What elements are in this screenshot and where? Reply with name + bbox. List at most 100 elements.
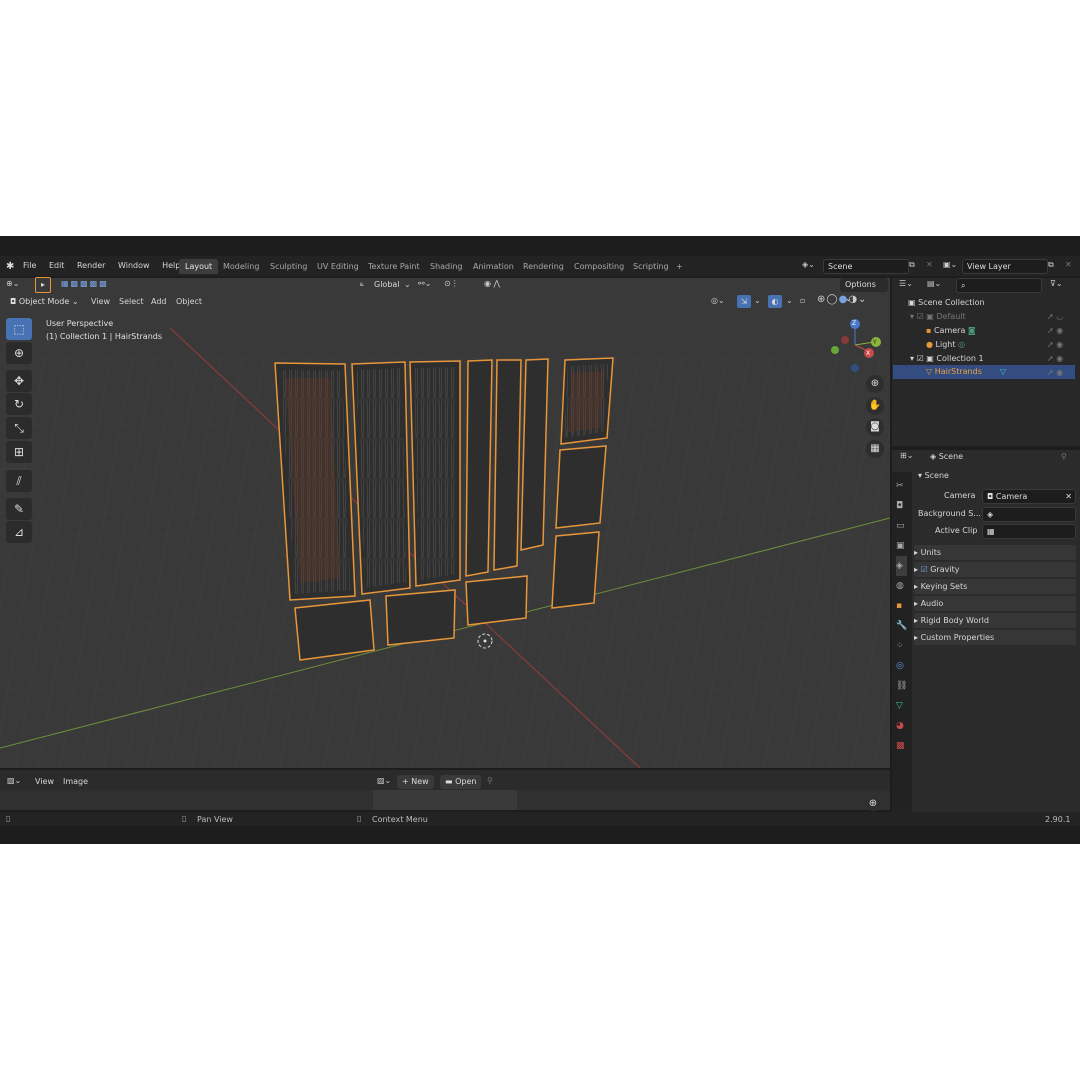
outliner-editor-icon[interactable]: ☰⌄ — [899, 279, 913, 288]
constraints-tab-icon[interactable]: ⛓ — [896, 676, 907, 696]
snap-icon[interactable]: ⊙⋮ — [444, 279, 459, 288]
outliner-item-light[interactable]: ● Light ◎ — [926, 338, 965, 351]
select-box-icon[interactable]: ▸ — [35, 277, 51, 293]
tool-tab-icon[interactable]: ✂ — [896, 476, 907, 496]
tab-texture-paint[interactable]: Texture Paint — [362, 259, 426, 274]
selection-mode-icons[interactable]: ▦▩▩▩▩ — [61, 279, 109, 288]
filter-icon[interactable]: ⊽⌄ — [1050, 279, 1063, 288]
active-clip-field[interactable]: ▦ — [982, 524, 1076, 539]
draw-tool-icon[interactable]: ✎ — [6, 498, 32, 520]
proportional-edit-icon[interactable]: ◉ ⋀ — [484, 279, 500, 288]
menu-select[interactable]: Select — [119, 297, 144, 306]
scene-icon[interactable]: ◈⌄ — [802, 260, 815, 269]
image-canvas[interactable] — [373, 790, 517, 810]
3d-viewport[interactable] — [0, 278, 890, 768]
tab-scripting[interactable]: Scripting — [627, 259, 675, 274]
display-mode-icon[interactable]: ▤⌄ — [927, 279, 941, 288]
physics-tab-icon[interactable]: ◎ — [896, 656, 907, 676]
object-tab-icon[interactable]: ▪ — [896, 596, 907, 616]
view-layer-icon[interactable]: ▣⌄ — [943, 260, 957, 269]
select-tool-icon[interactable]: ⬚ — [6, 318, 32, 340]
tab-rendering[interactable]: Rendering — [517, 259, 570, 274]
tab-uv-editing[interactable]: UV Editing — [311, 259, 365, 274]
visibility-icon[interactable]: ◎⌄ — [711, 296, 725, 305]
camera-field[interactable]: ◘ Camera ✕ — [982, 489, 1076, 504]
gizmo-toggle-icon[interactable]: ⇲ — [737, 295, 751, 308]
pivot-icon[interactable]: ⚯⌄ — [418, 279, 431, 288]
particles-tab-icon[interactable]: ⁘ — [896, 636, 907, 656]
outliner-item-camera[interactable]: ▪ Camera ◙ — [926, 324, 976, 337]
clear-icon[interactable]: ✕ — [1065, 490, 1072, 503]
background-scene-field[interactable]: ◈ — [982, 507, 1076, 522]
delete-view-layer-icon[interactable]: ✕ — [1065, 260, 1072, 269]
data-tab-icon[interactable]: ▽ — [896, 696, 907, 716]
gizmo-y-label[interactable]: Y — [873, 339, 877, 346]
menu-help[interactable]: Help — [162, 261, 180, 270]
image-editor-type-icon[interactable]: ▨⌄ — [7, 776, 21, 785]
tab-compositing[interactable]: Compositing — [568, 259, 630, 274]
menu-object[interactable]: Object — [176, 297, 202, 306]
options-dropdown[interactable]: Options ⌄ — [840, 278, 888, 303]
transform-tool-icon[interactable]: ⊞ — [6, 441, 32, 463]
pin-icon[interactable]: ⚲ — [487, 776, 493, 785]
menu-edit[interactable]: Edit — [49, 261, 65, 270]
zoom-icon[interactable]: ⊕ — [866, 375, 884, 393]
orientation-dropdown-icon[interactable]: ⌄ — [404, 280, 411, 289]
open-image-button[interactable]: ▬ Open — [440, 775, 482, 789]
render-tab-icon[interactable]: ◘ — [896, 496, 907, 516]
outliner-search-input[interactable]: ⌕ — [956, 278, 1042, 293]
select-arrow-icon[interactable]: ➚ ◉ — [1047, 338, 1063, 352]
panel-audio[interactable]: ▸ Audio — [914, 596, 1076, 611]
move-tool-icon[interactable]: ✥ — [6, 370, 32, 392]
scale-tool-icon[interactable]: ⤡ — [6, 417, 32, 439]
blender-logo-icon[interactable]: ✱ — [6, 261, 14, 272]
new-image-button[interactable]: + New — [397, 775, 434, 789]
select-arrow-icon[interactable]: ➚ ◉ — [1047, 324, 1063, 338]
scene-field[interactable]: Scene — [823, 259, 909, 274]
tab-layout[interactable]: Layout — [179, 259, 219, 274]
image-menu-image[interactable]: Image — [63, 777, 88, 786]
tab-animation[interactable]: Animation — [467, 259, 520, 274]
cursor-tool-icon[interactable]: ⊕ — [6, 342, 32, 364]
select-arrow-icon[interactable]: ➚ ◉ — [1047, 352, 1063, 366]
scene-section-header[interactable]: ▾ Scene — [918, 471, 949, 480]
mode-select[interactable]: ◘ Object Mode ⌄ — [5, 295, 87, 309]
rotate-tool-icon[interactable]: ↻ — [6, 393, 32, 415]
select-arrow-icon[interactable]: ➚ ◡ — [1047, 310, 1063, 324]
outliner-item-default[interactable]: ▾ ☑ ▣ Default — [910, 310, 966, 323]
world-tab-icon[interactable]: ◍ — [896, 576, 907, 596]
image-zoom-icon[interactable]: ⊕ — [866, 797, 880, 811]
output-tab-icon[interactable]: ▭ — [896, 516, 907, 536]
shading-mode-icons[interactable]: ⊕◯●◑⌄ — [817, 294, 867, 305]
perspective-grid-icon[interactable]: ▦ — [866, 440, 884, 458]
new-scene-icon[interactable]: ⧉ — [909, 260, 915, 270]
tab-modeling[interactable]: Modeling — [217, 259, 265, 274]
select-arrow-icon[interactable]: ➚ ◉ — [1047, 366, 1063, 380]
menu-window[interactable]: Window — [118, 261, 150, 270]
tab-shading[interactable]: Shading — [424, 259, 469, 274]
view-layer-field[interactable]: View Layer — [962, 259, 1048, 274]
pin-icon[interactable]: ⚲ — [1061, 452, 1067, 461]
overlay-toggle-icon[interactable]: ◐ — [768, 295, 782, 308]
delete-scene-icon[interactable]: ✕ — [926, 260, 933, 269]
overlay-dropdown-icon[interactable]: ⌄ — [786, 296, 793, 305]
material-tab-icon[interactable]: ◕ — [896, 716, 907, 736]
properties-editor-icon[interactable]: ⊞⌄ — [900, 451, 913, 460]
xray-icon[interactable]: ▫ — [800, 296, 805, 305]
measure-tool-icon[interactable]: ⊿ — [6, 521, 32, 543]
transform-orientation-icon[interactable]: ⟀ — [360, 279, 365, 289]
tab-sculpting[interactable]: Sculpting — [264, 259, 313, 274]
menu-view[interactable]: View — [91, 297, 110, 306]
menu-render[interactable]: Render — [77, 261, 105, 270]
panel-keying-sets[interactable]: ▸ Keying Sets — [914, 579, 1076, 594]
restrict-column-icons[interactable]: ➚ ◡ ➚ ◉ ➚ ◉ ➚ ◉ ➚ ◉ — [1047, 310, 1063, 380]
add-workspace-button[interactable]: + — [670, 259, 689, 274]
transform-orientation[interactable]: Global — [374, 280, 400, 289]
scene-tab-icon[interactable]: ◈ — [896, 556, 908, 576]
panel-gravity[interactable]: ▸ ☑ Gravity — [914, 562, 1076, 577]
outliner-scene-collection[interactable]: ▣ Scene Collection — [908, 296, 985, 309]
menu-add[interactable]: Add — [151, 297, 167, 306]
browse-image-icon[interactable]: ▨⌄ — [377, 776, 391, 785]
menu-file[interactable]: File — [23, 261, 36, 270]
gizmo-z-label[interactable]: Z — [852, 320, 856, 327]
